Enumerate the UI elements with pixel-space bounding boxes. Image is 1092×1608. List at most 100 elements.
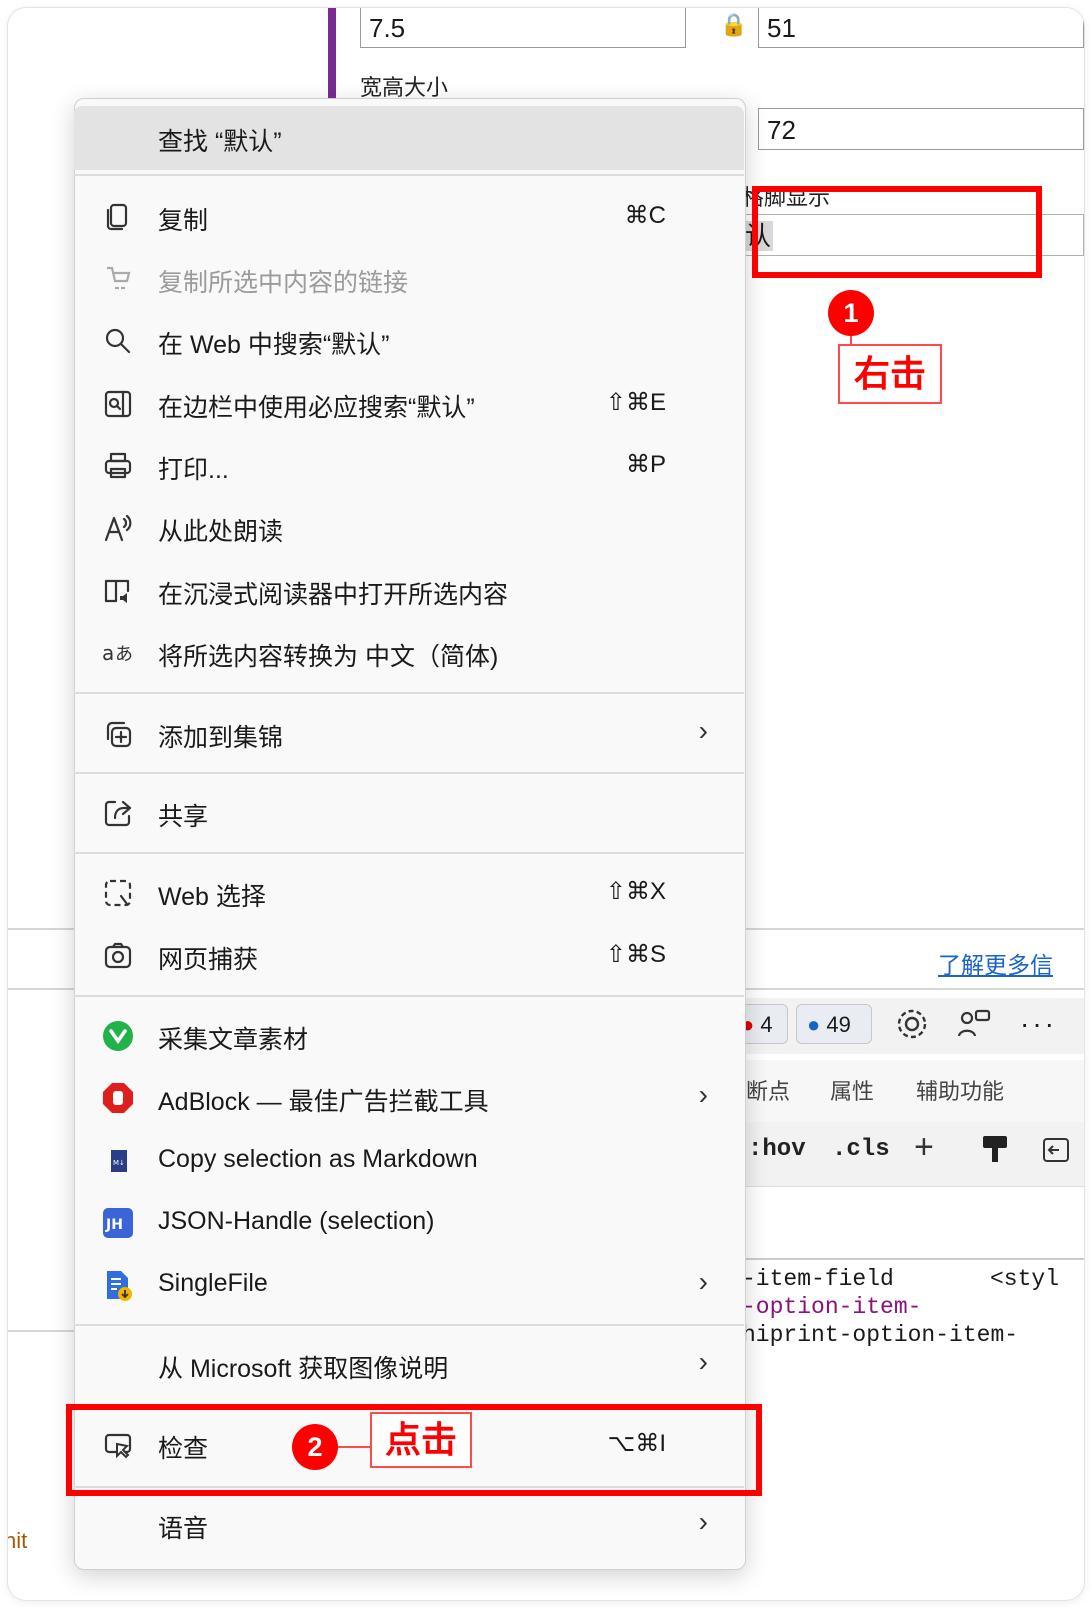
- menu-item-shortcut: ⇧⌘E: [605, 389, 666, 416]
- code-line: -item-field: [742, 1266, 894, 1292]
- step-label-2: 点击: [370, 1412, 472, 1468]
- menu-item-adblock[interactable]: AdBlock — 最佳广告拦截工具 ›: [74, 1069, 744, 1127]
- lock-icon[interactable]: 🔒: [720, 12, 747, 38]
- menu-item-share[interactable]: 共享: [74, 784, 744, 842]
- new-style-rule-icon[interactable]: +: [914, 1128, 934, 1167]
- web-select-icon: [100, 875, 136, 911]
- menu-item-label: 复制所选中内容的链接: [158, 269, 409, 297]
- article-collector-icon: [100, 1018, 136, 1054]
- menu-item-label: AdBlock — 最佳广告拦截工具: [158, 1088, 489, 1116]
- menu-item-label: 复制: [158, 207, 209, 235]
- code-line: hiprint-option-item-: [742, 1322, 1019, 1348]
- menu-item-web-capture[interactable]: 网页捕获 ⇧⌘S: [74, 927, 744, 985]
- message-icon: ●: [807, 1012, 821, 1037]
- menu-item-label: SingleFile: [158, 1269, 268, 1297]
- menu-item-label: 在边栏中使用必应搜索“默认”: [158, 394, 475, 422]
- menu-item-search[interactable]: 在 Web 中搜索“默认”: [74, 312, 744, 370]
- menu-item-label: JSON-Handle (selection): [158, 1207, 435, 1235]
- annotation-connector: [338, 1446, 370, 1448]
- menu-item-label: 语音: [158, 1515, 209, 1543]
- svg-text:M↓: M↓: [113, 1159, 125, 1167]
- menu-item-web-select[interactable]: Web 选择 ⇧⌘X: [74, 864, 744, 922]
- menu-item-find-label: 查找 “默认”: [158, 128, 282, 156]
- step-label-1: 右击: [838, 344, 942, 404]
- menu-item-item-17[interactable]: 从 Microsoft 获取图像说明 ›: [74, 1336, 744, 1394]
- messages-count: 49: [826, 1012, 851, 1037]
- translate-icon: aあ: [100, 635, 136, 671]
- menu-item-label: Copy selection as Markdown: [158, 1145, 478, 1173]
- tab-properties[interactable]: 属性: [830, 1074, 874, 1106]
- menu-separator: [74, 852, 744, 854]
- hov-toggle[interactable]: :hov: [748, 1136, 806, 1163]
- menu-separator: [74, 995, 744, 997]
- print-icon: [100, 448, 136, 484]
- tab-breakpoints[interactable]: 断点: [746, 1074, 790, 1106]
- more-options-icon[interactable]: ···: [1020, 1008, 1057, 1040]
- menu-item-label: 将所选内容转换为 中文（简体): [158, 643, 499, 671]
- copy-icon: [100, 199, 136, 235]
- search-icon: [100, 323, 136, 359]
- adblock-icon: [100, 1080, 136, 1116]
- divider: [738, 1258, 1084, 1260]
- menu-item-label: 网页捕获: [158, 946, 259, 974]
- chevron-right-icon: ›: [698, 1346, 708, 1377]
- chevron-right-icon: ›: [698, 1506, 708, 1537]
- menu-item-label: 共享: [158, 803, 209, 831]
- menu-item-read-aloud[interactable]: 从此处朗读: [74, 499, 744, 557]
- menu-separator: [74, 692, 744, 694]
- read-aloud-icon: [100, 510, 136, 546]
- collections-icon: [100, 716, 136, 752]
- menu-item-item-19[interactable]: 语音 ›: [74, 1496, 744, 1554]
- menu-item-shortcut: ⇧⌘X: [605, 878, 666, 905]
- chevron-right-icon: ›: [698, 1079, 708, 1110]
- code-line: <styl: [990, 1266, 1060, 1292]
- menu-item-find[interactable]: 查找 “默认”: [74, 106, 744, 170]
- menu-item-translate[interactable]: a あ将所选内容转换为 中文（简体): [74, 624, 744, 682]
- copy-link-icon: [100, 261, 136, 297]
- code-line: -option-item-: [742, 1294, 922, 1320]
- context-menu-items: 查找 “默认” 复制 ⌘C 复制所选中内容的链接在 Web 中搜索“默认” 在边栏中使…: [74, 98, 744, 1568]
- menu-item-print[interactable]: 打印... ⌘P: [74, 437, 744, 495]
- messages-counter[interactable]: ● 49: [796, 1004, 872, 1044]
- menu-item-collections[interactable]: 添加到集锦 ›: [74, 705, 744, 763]
- settings-gear-icon[interactable]: [894, 1006, 930, 1042]
- paint-brush-icon[interactable]: [980, 1134, 1010, 1166]
- menu-item-copy[interactable]: 复制 ⌘C: [74, 188, 744, 246]
- field-width[interactable]: 7.5: [360, 8, 686, 48]
- divider: [8, 1330, 78, 1332]
- menu-separator: [74, 772, 744, 774]
- tab-accessibility[interactable]: 辅助功能: [916, 1074, 1004, 1106]
- menu-item-label: 添加到集锦: [158, 724, 284, 752]
- svg-text:JH: JH: [105, 1217, 123, 1233]
- menu-item-json-handle[interactable]: JH JSON-Handle (selection): [74, 1194, 744, 1252]
- menu-item-copy-link: 复制所选中内容的链接: [74, 250, 744, 308]
- menu-item-label: 采集文章素材: [158, 1026, 309, 1054]
- menu-item-article-collector[interactable]: 采集文章素材: [74, 1007, 744, 1065]
- sidebar-search-icon: [100, 386, 136, 422]
- menu-item-sidebar-search[interactable]: 在边栏中使用必应搜索“默认” ⇧⌘E: [74, 375, 744, 433]
- step-badge-2: 2: [292, 1424, 338, 1470]
- issues-count: 4: [760, 1012, 773, 1037]
- highlight-box-rightclick: [752, 186, 1042, 278]
- field-size[interactable]: 72: [758, 108, 1084, 150]
- cls-toggle[interactable]: .cls: [832, 1136, 890, 1163]
- menu-separator: [74, 174, 744, 176]
- chevron-right-icon: ›: [698, 715, 708, 746]
- menu-item-shortcut: ⌘C: [624, 202, 666, 229]
- menu-item-label: 打印...: [158, 456, 229, 484]
- toggle-sidebar-icon[interactable]: [1042, 1136, 1070, 1164]
- learn-more-link[interactable]: 了解更多信: [938, 946, 1053, 980]
- menu-item-immersive-reader[interactable]: 在沉浸式阅读器中打开所选内容: [74, 562, 744, 620]
- annotation-connector: [850, 336, 852, 344]
- menu-item-label: 在沉浸式阅读器中打开所选内容: [158, 581, 509, 609]
- menu-item-label: 从 Microsoft 获取图像说明: [158, 1355, 449, 1383]
- menu-separator: [74, 1324, 744, 1326]
- menu-item-markdown[interactable]: M↓ Copy selection as Markdown: [74, 1132, 744, 1190]
- code-fragment: nit: [8, 1528, 28, 1553]
- json-handle-icon: JH: [100, 1205, 136, 1241]
- menu-item-singlefile[interactable]: SingleFile ›: [74, 1256, 744, 1314]
- field-height[interactable]: 51: [758, 8, 1084, 48]
- markdown-icon: M↓: [100, 1143, 136, 1179]
- remote-devices-icon[interactable]: [956, 1006, 992, 1042]
- menu-item-shortcut: ⌘P: [625, 451, 666, 478]
